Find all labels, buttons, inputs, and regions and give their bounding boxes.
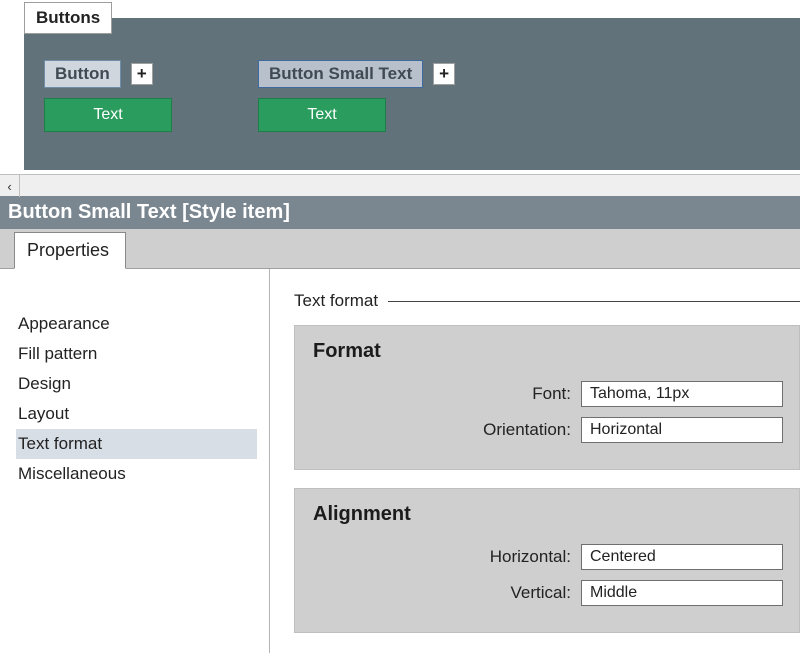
add-style-button[interactable]: + xyxy=(433,63,455,85)
nav-item-appearance[interactable]: Appearance xyxy=(16,309,257,339)
nav-item-miscellaneous[interactable]: Miscellaneous xyxy=(16,459,257,489)
nav-item-fill-pattern[interactable]: Fill pattern xyxy=(16,339,257,369)
group-title: Alignment xyxy=(313,503,783,526)
field-label-vertical: Vertical: xyxy=(313,583,581,603)
field-row-font: Font: Tahoma, 11px xyxy=(313,381,783,407)
chevron-left-icon: ‹ xyxy=(7,179,11,194)
horizontal-scrollbar[interactable]: ‹ xyxy=(0,174,800,196)
property-content: Text format Format Font: Tahoma, 11px Or… xyxy=(270,269,800,653)
field-value-horizontal[interactable]: Centered xyxy=(581,544,783,570)
field-label-font: Font: xyxy=(313,384,581,404)
add-style-button[interactable]: + xyxy=(131,63,153,85)
field-label-horizontal: Horizontal: xyxy=(313,547,581,567)
style-canvas: Buttons Button + Text Button Small Text … xyxy=(0,0,800,196)
sample-button[interactable]: Text xyxy=(258,98,386,132)
sample-button-text: Text xyxy=(307,106,336,124)
item-header: Button Small Text [Style item] xyxy=(0,196,800,229)
field-row-orientation: Orientation: Horizontal xyxy=(313,417,783,443)
style-item-button-small-text[interactable]: Button Small Text + Text xyxy=(258,60,455,132)
field-row-horizontal: Horizontal: Centered xyxy=(313,544,783,570)
style-item-label: Button xyxy=(44,60,121,88)
nav-item-text-format[interactable]: Text format xyxy=(16,429,257,459)
sample-button[interactable]: Text xyxy=(44,98,172,132)
sample-button-text: Text xyxy=(93,106,122,124)
group-title: Format xyxy=(313,340,783,363)
section-header: Text format xyxy=(294,291,800,311)
field-value-orientation[interactable]: Horizontal xyxy=(581,417,783,443)
style-item-button[interactable]: Button + Text xyxy=(44,60,172,132)
property-nav: Appearance Fill pattern Design Layout Te… xyxy=(0,269,270,653)
section-divider xyxy=(388,301,800,302)
style-item-label: Button Small Text xyxy=(258,60,423,88)
field-row-vertical: Vertical: Middle xyxy=(313,580,783,606)
main-split: Appearance Fill pattern Design Layout Te… xyxy=(0,269,800,653)
nav-item-layout[interactable]: Layout xyxy=(16,399,257,429)
nav-item-design[interactable]: Design xyxy=(16,369,257,399)
section-title: Text format xyxy=(294,291,378,311)
tab-properties[interactable]: Properties xyxy=(14,232,126,269)
field-value-vertical[interactable]: Middle xyxy=(581,580,783,606)
field-value-font[interactable]: Tahoma, 11px xyxy=(581,381,783,407)
group-alignment: Alignment Horizontal: Centered Vertical:… xyxy=(294,488,800,633)
field-label-orientation: Orientation: xyxy=(313,420,581,440)
scroll-left-button[interactable]: ‹ xyxy=(0,175,20,197)
tab-strip: Properties xyxy=(0,229,800,269)
canvas-tab[interactable]: Buttons xyxy=(24,2,112,34)
group-format: Format Font: Tahoma, 11px Orientation: H… xyxy=(294,325,800,470)
canvas-surface[interactable]: Button + Text Button Small Text + Text xyxy=(24,18,800,170)
